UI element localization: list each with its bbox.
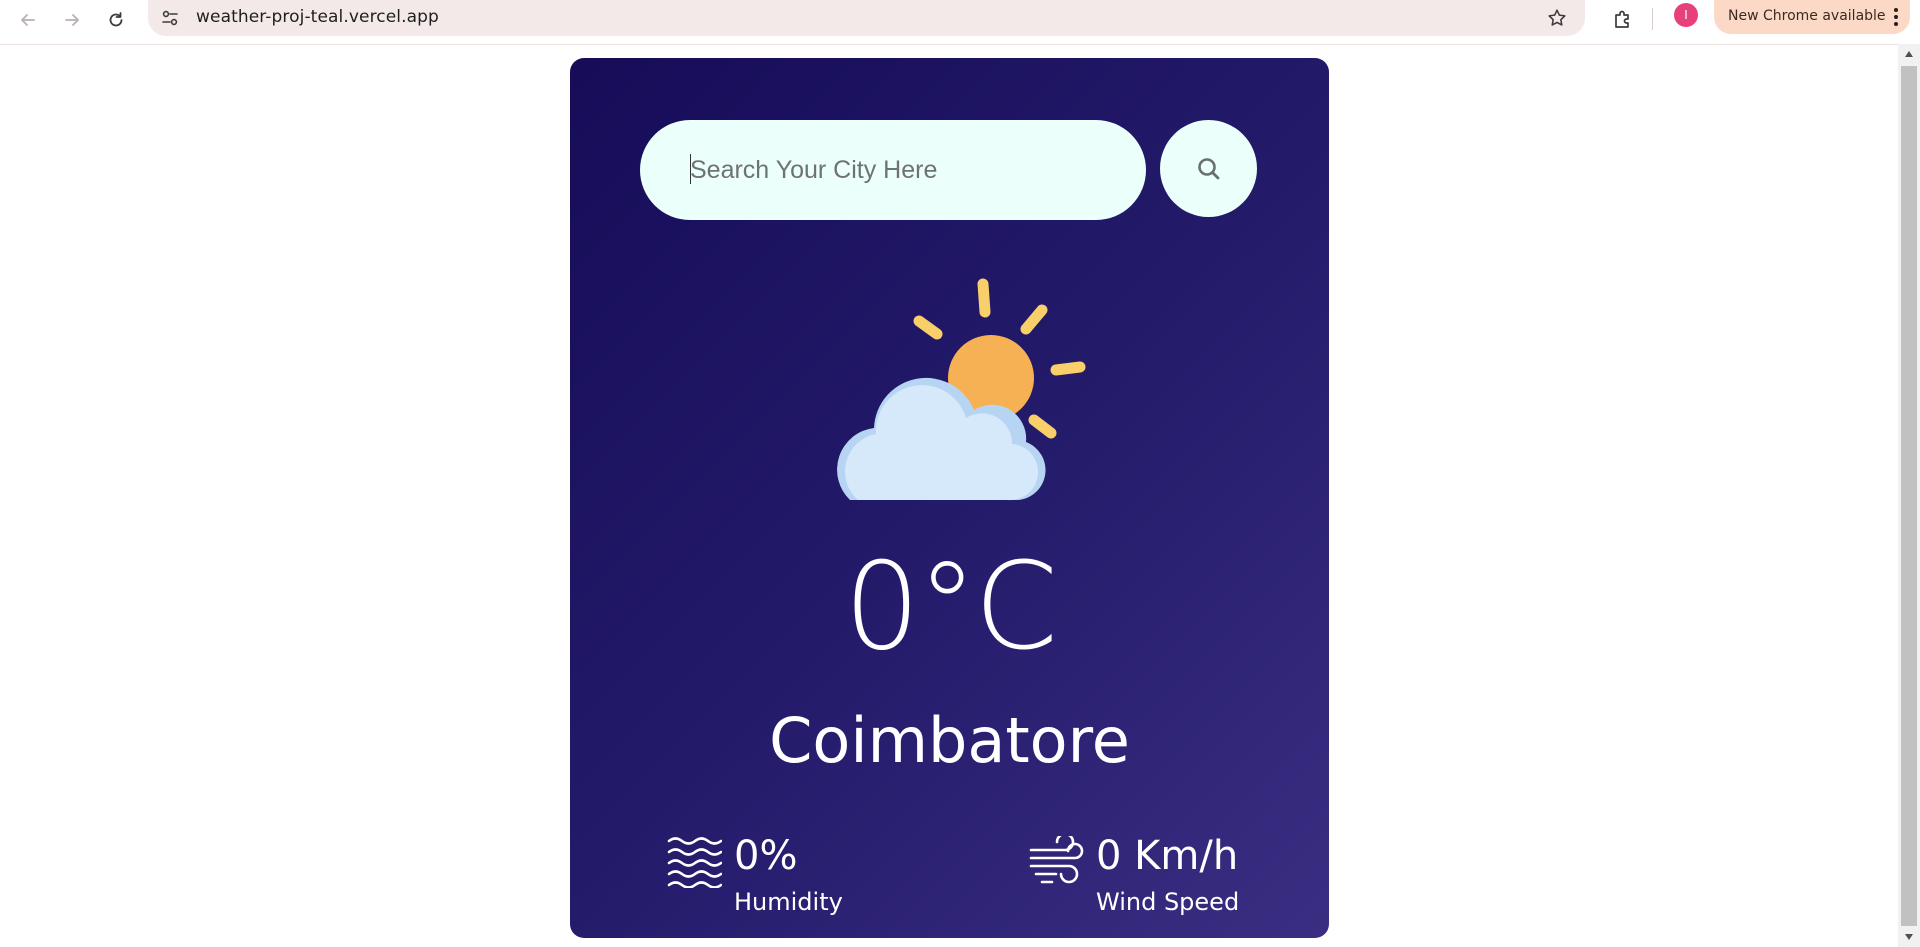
- back-arrow-icon: [21, 14, 35, 26]
- wind-stat: 0 Km/h Wind Speed: [1028, 834, 1288, 924]
- humidity-waves-icon: [667, 837, 722, 888]
- reload-button[interactable]: [96, 2, 136, 38]
- browser-toolbar: weather-proj-teal.vercel.app I New Chrom…: [0, 0, 1920, 45]
- city-search-input[interactable]: [640, 120, 1146, 220]
- forward-arrow-icon: [65, 14, 79, 26]
- scroll-down-arrow-icon[interactable]: [1898, 927, 1920, 947]
- chrome-update-button[interactable]: New Chrome available: [1714, 0, 1910, 34]
- back-button[interactable]: [8, 2, 48, 38]
- wind-value: 0 Km/h: [1096, 833, 1239, 879]
- wind-label: Wind Speed: [1096, 888, 1240, 916]
- humidity-stat: 0% Humidity: [666, 834, 886, 924]
- menu-kebab-icon[interactable]: [1888, 5, 1904, 29]
- url-text[interactable]: weather-proj-teal.vercel.app: [196, 7, 439, 27]
- scroll-up-arrow-icon[interactable]: [1898, 44, 1920, 64]
- search-button[interactable]: [1160, 120, 1257, 217]
- wind-icon: [1029, 836, 1084, 884]
- reload-icon: [109, 12, 123, 27]
- extensions-puzzle-icon[interactable]: [1606, 2, 1640, 36]
- text-caret: [690, 154, 691, 184]
- weather-card: 0°C Coimbatore 0% Humidity 0 Km/h: [570, 58, 1329, 938]
- bookmark-star-icon[interactable]: [1544, 5, 1570, 31]
- update-label: New Chrome available: [1728, 8, 1886, 24]
- scroll-thumb[interactable]: [1901, 66, 1917, 926]
- city-name: Coimbatore: [769, 704, 1130, 777]
- forward-button[interactable]: [52, 2, 92, 38]
- address-bar[interactable]: weather-proj-teal.vercel.app: [148, 0, 1585, 36]
- page-scrollbar[interactable]: [1898, 44, 1920, 947]
- site-info-icon[interactable]: [158, 6, 182, 30]
- temperature-value: 0°C: [843, 538, 1058, 677]
- humidity-label: Humidity: [734, 888, 843, 916]
- humidity-value: 0%: [734, 833, 798, 879]
- partly-cloudy-icon: [837, 278, 1086, 501]
- toolbar-divider: [1652, 8, 1653, 30]
- avatar-letter: I: [1684, 8, 1688, 22]
- search-icon: [1197, 157, 1219, 179]
- profile-avatar[interactable]: I: [1674, 3, 1698, 27]
